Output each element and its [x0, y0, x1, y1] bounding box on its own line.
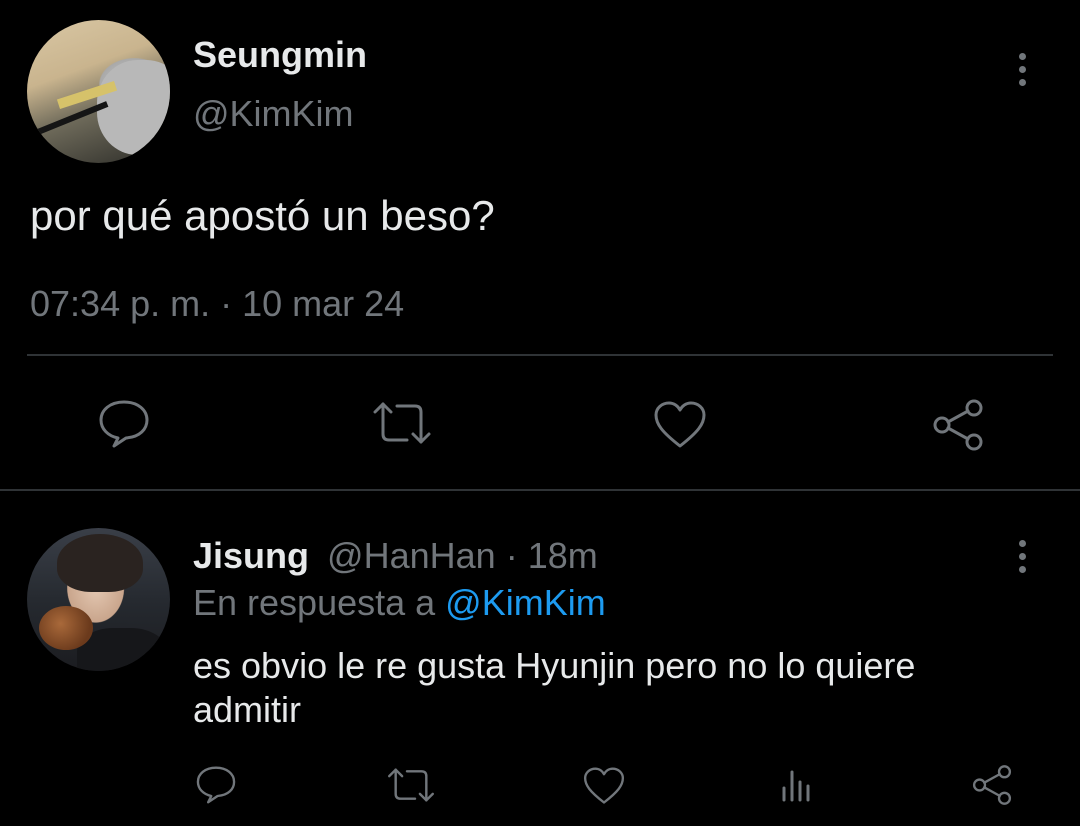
divider — [0, 489, 1080, 491]
like-icon[interactable] — [582, 766, 626, 806]
reply-time[interactable]: 18m — [528, 535, 598, 576]
retweet-icon[interactable] — [371, 400, 433, 446]
reply-icon[interactable] — [194, 764, 238, 806]
reply-author-handle[interactable]: @HanHan — [327, 535, 496, 576]
time-separator: · — [505, 535, 518, 576]
more-options-icon[interactable] — [1017, 540, 1027, 579]
retweet-icon[interactable] — [386, 766, 436, 804]
divider — [27, 354, 1053, 356]
reply-author-name[interactable]: Jisung — [193, 535, 309, 576]
share-icon[interactable] — [970, 764, 1014, 806]
avatar-image-detail — [39, 606, 93, 650]
more-options-icon[interactable] — [1017, 53, 1027, 92]
replying-to-label: En respuesta a — [193, 582, 436, 623]
tweet-text: por qué apostó un beso? — [30, 192, 495, 239]
avatar-image-detail — [97, 60, 170, 155]
analytics-icon[interactable] — [778, 764, 818, 804]
reply-author-avatar[interactable] — [27, 528, 170, 671]
author-avatar[interactable] — [27, 20, 170, 163]
share-icon[interactable] — [930, 398, 986, 452]
tweet-timestamp[interactable]: 07:34 p. m. · 10 mar 24 — [30, 283, 404, 325]
author-name[interactable]: Seungmin — [193, 34, 367, 76]
like-icon[interactable] — [652, 400, 708, 450]
reply-header: Jisung @HanHan · 18m — [193, 535, 598, 577]
avatar-image-detail — [57, 534, 143, 592]
replying-to-handle[interactable]: @KimKim — [445, 582, 606, 623]
reply-icon[interactable] — [96, 398, 152, 450]
replying-to: En respuesta a @KimKim — [193, 582, 606, 624]
reply-text: es obvio le re gusta Hyunjin pero no lo … — [193, 645, 916, 730]
author-handle[interactable]: @KimKim — [193, 93, 354, 135]
